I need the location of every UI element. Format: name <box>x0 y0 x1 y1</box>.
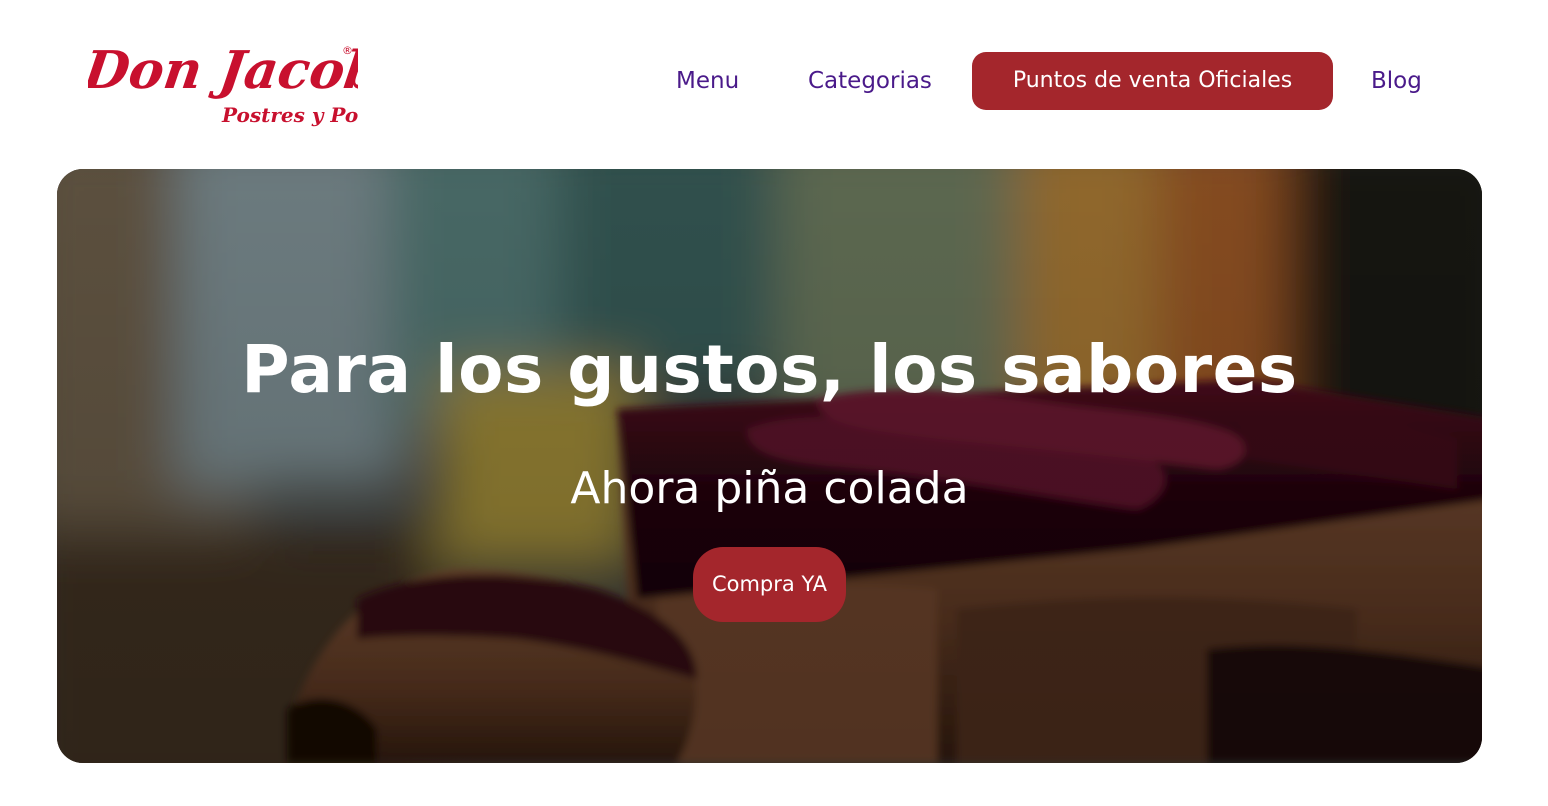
compra-ya-button[interactable]: Compra YA <box>693 547 846 622</box>
nav-button-puntos-de-venta[interactable]: Puntos de venta Oficiales <box>972 52 1333 110</box>
hero-title: Para los gustos, los sabores <box>241 331 1298 408</box>
main-navigation: Menu Categorias Puntos de venta Oficiale… <box>0 52 1548 110</box>
nav-link-blog[interactable]: Blog <box>1371 52 1422 110</box>
hero-banner: Para los gustos, los sabores Ahora piña … <box>57 169 1482 763</box>
nav-link-menu[interactable]: Menu <box>676 52 739 110</box>
site-header: Don Jacobo ® Postres y Ponqués Menu Cate… <box>0 0 1548 168</box>
nav-link-categorias[interactable]: Categorias <box>808 52 932 110</box>
hero-subtitle: Ahora piña colada <box>570 463 969 514</box>
